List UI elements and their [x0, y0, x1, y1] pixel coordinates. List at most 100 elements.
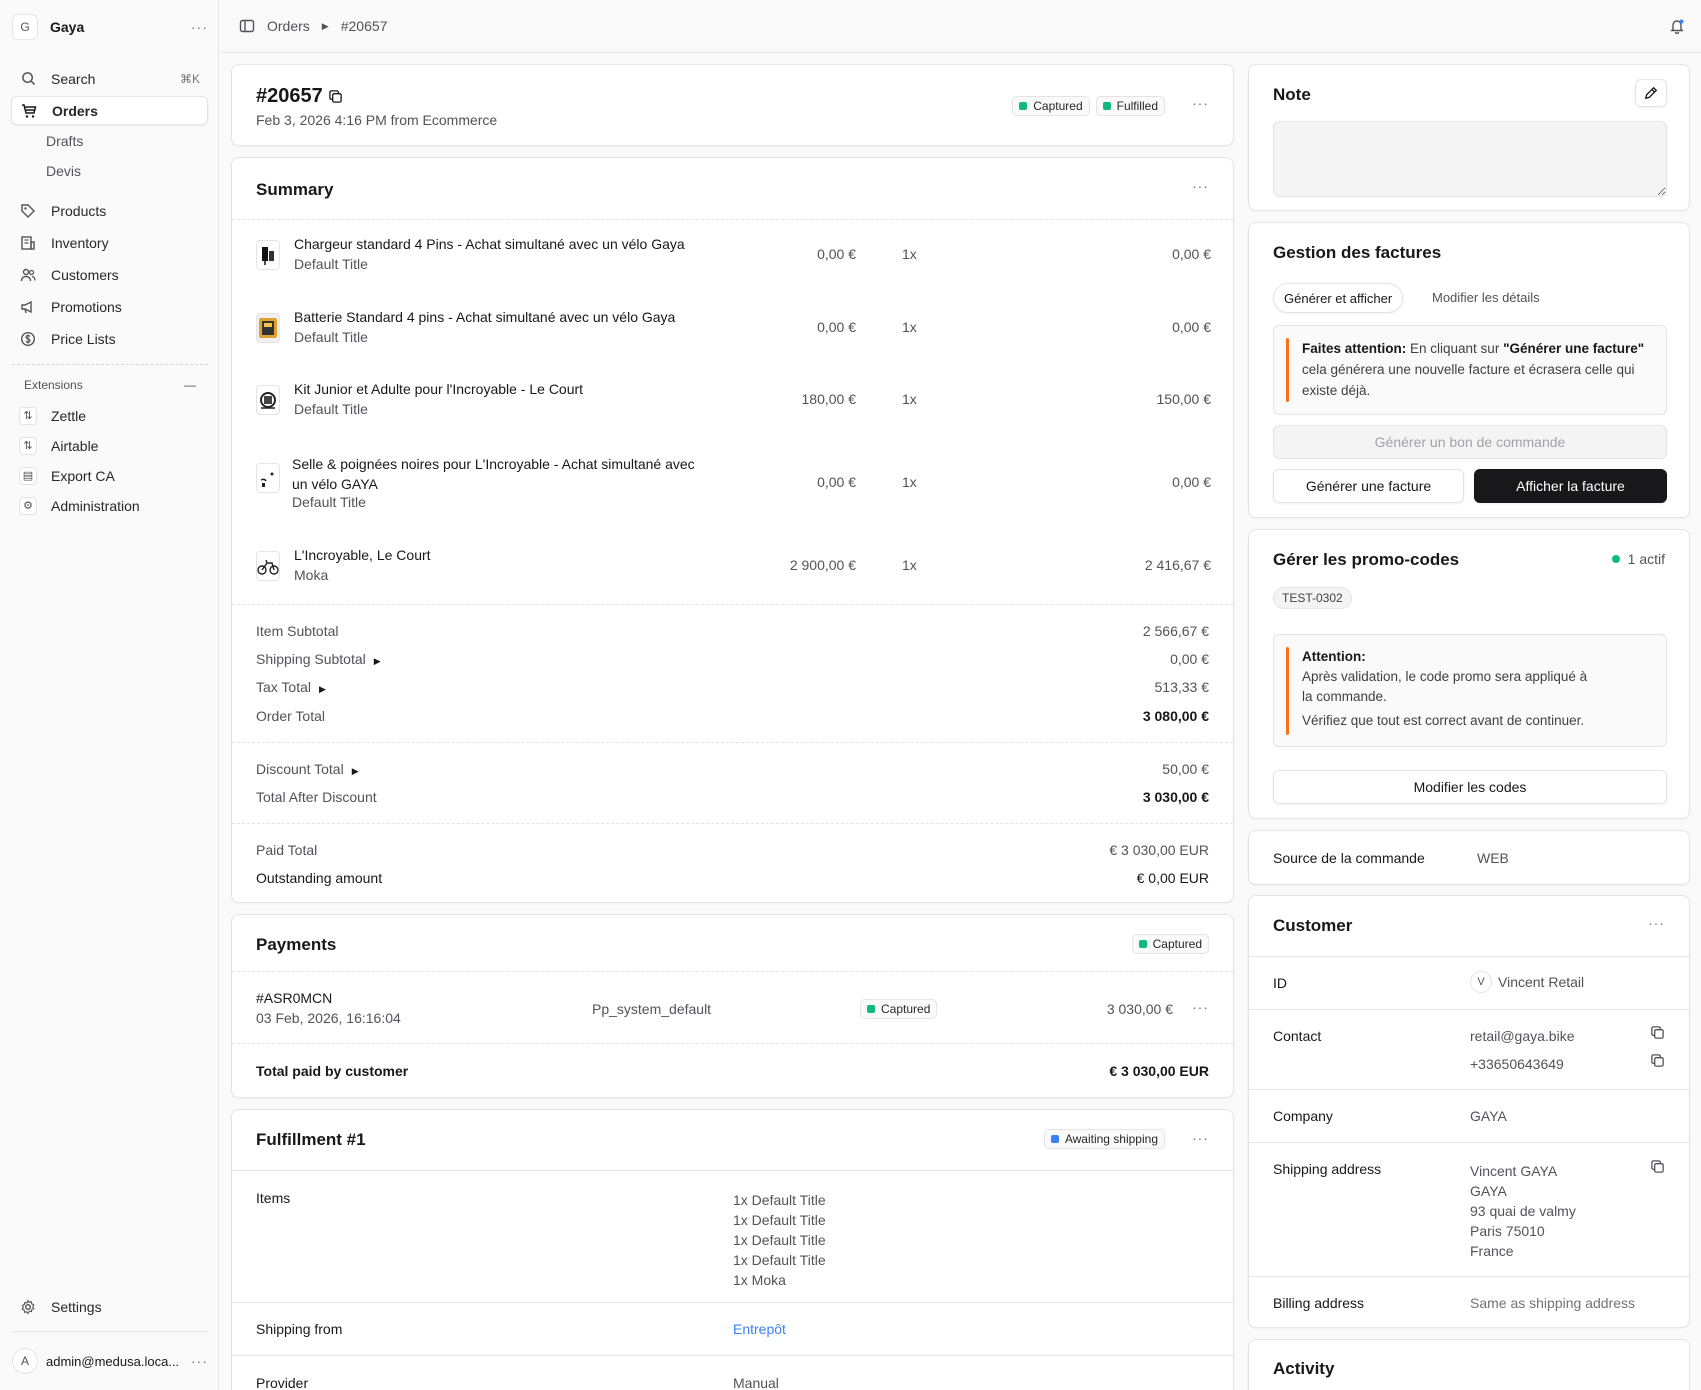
- note-textarea[interactable]: [1273, 121, 1667, 197]
- store-avatar: G: [12, 14, 38, 40]
- discount-total-row[interactable]: Discount Total ▶ 50,00 €: [256, 761, 1209, 777]
- sidebar-item-customers[interactable]: Customers: [11, 260, 208, 289]
- status-badge: Awaiting shipping: [1043, 1129, 1165, 1149]
- sidebar-toggle-icon[interactable]: [239, 18, 255, 34]
- item-unit-price: 0,00 €: [817, 319, 856, 335]
- more-icon[interactable]: ···: [1192, 999, 1209, 1015]
- list-item: 1x Default Title: [733, 1232, 826, 1248]
- sidebar-item-airtable[interactable]: ⇅ Airtable: [11, 431, 208, 460]
- product-thumbnail: [256, 551, 280, 581]
- caret-right-icon[interactable]: ▶: [374, 656, 381, 666]
- sidebar-item-drafts[interactable]: Drafts: [46, 129, 83, 153]
- promo-active-count: 1 actif: [1611, 551, 1665, 567]
- shipping-from-link[interactable]: Entrepôt: [733, 1321, 786, 1337]
- status-badge: Captured: [1012, 96, 1090, 116]
- sidebar-item-administration[interactable]: ⚙ Administration: [11, 491, 208, 520]
- item-variant: Default Title: [294, 256, 368, 272]
- item-total: 0,00 €: [1172, 246, 1211, 262]
- order-source-card: Source de la commande WEB: [1248, 830, 1690, 885]
- list-item: Batterie Standard 4 pins - Achat simulta…: [256, 309, 1211, 349]
- sidebar-item-orders[interactable]: Orders: [11, 96, 208, 125]
- item-unit-price: 180,00 €: [801, 391, 857, 407]
- shipping-subtotal-row[interactable]: Shipping Subtotal ▶ 0,00 €: [256, 651, 1209, 667]
- breadcrumb-orders[interactable]: Orders: [267, 18, 310, 34]
- sidebar-item-inventory[interactable]: Inventory: [11, 228, 208, 257]
- copy-icon[interactable]: [1650, 1025, 1665, 1043]
- sidebar-item-products[interactable]: Products: [11, 196, 208, 225]
- arrows-icon: ⇅: [19, 406, 37, 425]
- invoices-title: Gestion des factures: [1273, 243, 1442, 262]
- extensions-header[interactable]: Extensions —: [24, 378, 196, 392]
- item-total: 0,00 €: [1172, 319, 1211, 335]
- shipping-address: Vincent GAYA GAYA 93 quai de valmy Paris…: [1470, 1163, 1576, 1259]
- currency-icon: [19, 330, 37, 348]
- product-thumbnail: [256, 313, 280, 343]
- customer-link[interactable]: V Vincent Retail: [1470, 971, 1584, 993]
- user-menu[interactable]: A admin@medusa.loca... ···: [12, 1348, 208, 1374]
- fulfillment-title: Fulfillment #1: [256, 1130, 366, 1149]
- order-meta: Feb 3, 2026 4:16 PM from Ecommerce: [256, 112, 498, 128]
- collapse-icon[interactable]: —: [184, 378, 196, 392]
- sidebar-item-settings[interactable]: Settings: [11, 1292, 208, 1321]
- promo-title: Gérer les promo-codes: [1273, 550, 1460, 569]
- more-icon[interactable]: ···: [1192, 178, 1209, 194]
- sidebar-item-devis[interactable]: Devis: [46, 159, 81, 183]
- modify-codes-button[interactable]: Modifier les codes: [1273, 770, 1667, 804]
- promo-code-chip[interactable]: TEST-0302: [1273, 587, 1352, 609]
- more-icon[interactable]: ···: [1648, 915, 1665, 931]
- tab-modify[interactable]: Modifier les détails: [1432, 290, 1540, 305]
- status-dot: [1611, 555, 1620, 563]
- sidebar-item-promotions[interactable]: Promotions: [11, 292, 208, 321]
- contact-phone: +33650643649: [1470, 1056, 1564, 1072]
- store-switcher[interactable]: G Gaya ···: [12, 14, 208, 40]
- warning-bar: [1286, 647, 1289, 735]
- fulfillment-card: Fulfillment #1 Awaiting shipping ··· Ite…: [231, 1109, 1234, 1390]
- sidebar-item-label: Customers: [51, 266, 119, 283]
- payment-date: 03 Feb, 2026, 16:16:04: [256, 1010, 401, 1026]
- item-variant: Default Title: [292, 494, 366, 510]
- sidebar: G Gaya ··· Search ⌘K Orders Drafts Devis…: [0, 0, 219, 1390]
- status-badge: Fulfilled: [1095, 96, 1165, 116]
- megaphone-icon: [19, 298, 37, 316]
- bell-icon[interactable]: [1669, 18, 1685, 37]
- item-quantity: 1x: [902, 246, 917, 262]
- more-icon[interactable]: ···: [191, 19, 208, 35]
- product-thumbnail: [256, 240, 280, 270]
- order-id: #20657: [256, 85, 323, 107]
- sidebar-item-price-lists[interactable]: Price Lists: [11, 324, 208, 353]
- tab-generate[interactable]: Générer et afficher: [1273, 283, 1404, 313]
- shipping-from-label: Shipping from: [256, 1321, 343, 1337]
- edit-note-button[interactable]: [1635, 79, 1667, 107]
- sidebar-item-zettle[interactable]: ⇅ Zettle: [11, 401, 208, 430]
- more-icon[interactable]: ···: [1192, 95, 1209, 111]
- more-icon[interactable]: ···: [191, 1353, 208, 1369]
- list-item: Chargeur standard 4 Pins - Achat simulta…: [256, 236, 1211, 276]
- customer-id-label: ID: [1273, 975, 1287, 991]
- payment-id: #ASR0MCN: [256, 990, 333, 1006]
- product-thumbnail: [256, 463, 280, 493]
- avatar: V: [1470, 971, 1492, 993]
- sidebar-item-export-ca[interactable]: ▤ Export CA: [11, 461, 208, 490]
- item-name: Kit Junior et Adulte pour l'Incroyable -…: [294, 381, 584, 397]
- generate-invoice-button[interactable]: Générer une facture: [1273, 469, 1464, 503]
- caret-right-icon[interactable]: ▶: [352, 766, 359, 776]
- list-item: 1x Moka: [733, 1272, 786, 1288]
- settings-icon: [19, 1298, 37, 1316]
- more-icon[interactable]: ···: [1192, 1130, 1209, 1146]
- status-badge: Captured: [860, 999, 938, 1019]
- show-invoice-button[interactable]: Afficher la facture: [1474, 469, 1667, 503]
- copy-icon[interactable]: [328, 89, 343, 107]
- sidebar-item-label: Administration: [51, 497, 140, 514]
- sidebar-item-search[interactable]: Search ⌘K: [11, 64, 208, 93]
- generate-purchase-order-button[interactable]: Générer un bon de commande: [1273, 425, 1667, 459]
- item-quantity: 1x: [902, 474, 917, 490]
- tax-total-row[interactable]: Tax Total ▶ 513,33 €: [256, 679, 1209, 695]
- item-name: L'Incroyable, Le Court: [294, 547, 431, 563]
- caret-right-icon[interactable]: ▶: [319, 684, 326, 694]
- copy-icon[interactable]: [1650, 1159, 1665, 1177]
- copy-icon[interactable]: [1650, 1053, 1665, 1071]
- activity-card: Activity: [1248, 1339, 1690, 1390]
- extensions-label: Extensions: [24, 378, 83, 392]
- item-total: 0,00 €: [1172, 474, 1211, 490]
- invoices-card: Gestion des factures Générer et afficher…: [1248, 222, 1690, 518]
